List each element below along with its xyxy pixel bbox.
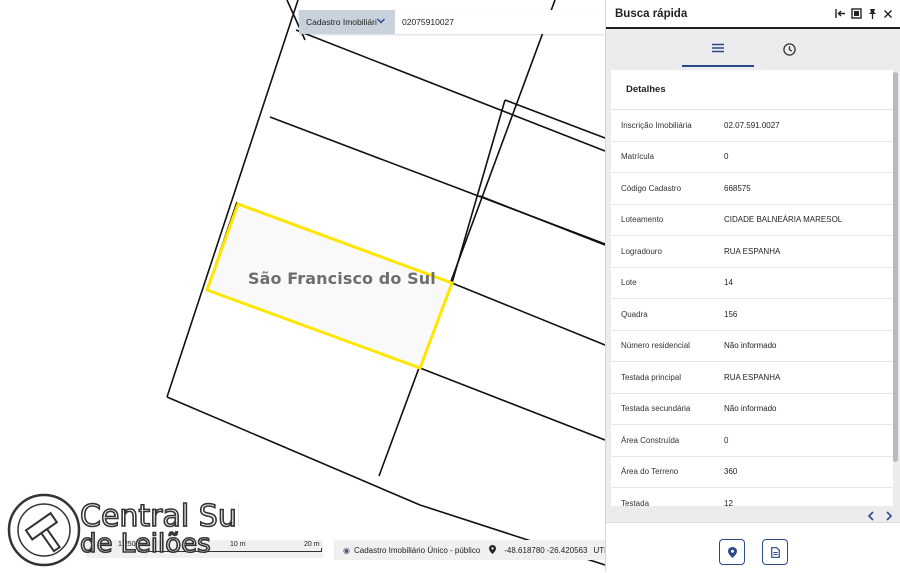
detail-row: Lote 14: [611, 268, 893, 299]
quick-search-panel: Busca rápida Detalhes Inscrição Imobiliá…: [605, 0, 900, 572]
detail-value: CIDADE BALNEÁRIA MARESOL: [724, 215, 843, 225]
detail-row: Testada principal RUA ESPANHA: [611, 362, 893, 394]
pin-icon[interactable]: [865, 7, 879, 21]
detail-row: Loteamento CIDADE BALNEÁRIA MARESOL: [611, 205, 893, 236]
details-scrollbar[interactable]: [893, 72, 898, 504]
panel-header: Busca rápida: [606, 0, 900, 29]
locate-on-map-button[interactable]: [719, 539, 745, 565]
detail-row: Área Construída 0: [611, 425, 893, 457]
detail-row: Quadra 156: [611, 299, 893, 331]
detail-key: Inscrição Imobiliária: [621, 120, 692, 130]
search-type-select[interactable]: Cadastro Imobiliári: [299, 10, 395, 34]
detail-row: Testada secundária Não informado: [611, 394, 893, 425]
detail-value: RUA ESPANHA: [724, 372, 781, 382]
detail-row: Inscrição Imobiliária 02.07.591.0027: [611, 110, 893, 142]
logo-line-2: de Leilões: [80, 529, 211, 559]
detail-row: Matrícula 0: [611, 142, 893, 173]
scrollbar-thumb[interactable]: [893, 72, 898, 462]
status-layer: Cadastro Imobiliário Único - público: [353, 545, 481, 555]
close-icon[interactable]: [881, 7, 895, 21]
detail-value: 12: [724, 498, 733, 506]
panel-title: Busca rápida: [615, 7, 688, 20]
chevron-down-icon: [376, 18, 386, 24]
search-input[interactable]: [395, 10, 605, 34]
pager: [865, 510, 895, 522]
clock-icon: [783, 42, 796, 56]
detail-value: 14: [724, 278, 733, 288]
detail-row: Área do Terreno 360: [611, 457, 893, 488]
prev-page-button[interactable]: [865, 510, 877, 522]
detail-value: 156: [724, 309, 738, 319]
map-pin-icon: [727, 546, 737, 558]
menu-lines-icon: [711, 43, 724, 53]
detail-key: Quadra: [621, 309, 648, 319]
detail-value: 02.07.591.0027: [724, 120, 780, 130]
scale-right-label: 20 m: [304, 541, 320, 548]
details-card: Detalhes Inscrição Imobiliária 02.07.591.…: [611, 70, 893, 506]
detail-key: Logradouro: [621, 246, 662, 256]
detail-key: Área Construída: [621, 435, 680, 445]
detail-value: 0: [724, 152, 729, 162]
detail-row: Código Cadastro 668575: [611, 173, 893, 205]
search-type-label: Cadastro Imobiliári: [306, 17, 377, 27]
details-list: Inscrição Imobiliária 02.07.591.0027 Matrí…: [611, 110, 893, 506]
map-view[interactable]: São Francisco do Sul: [0, 0, 605, 571]
detail-value: Não informado: [724, 341, 777, 351]
detail-row: Testada 12: [611, 488, 893, 506]
detail-key: Testada: [621, 498, 650, 506]
layer-icon: ◉: [343, 545, 350, 555]
panel-footer: [606, 522, 900, 572]
detail-key: Área do Terreno: [621, 467, 679, 477]
detail-value: 360: [724, 467, 738, 477]
status-coords: -48.618780 -26.420563: [504, 545, 588, 555]
status-bar: ◉ Cadastro Imobiliário Único - público -…: [334, 540, 605, 560]
detail-key: Código Cadastro: [621, 183, 682, 193]
detail-value: 0: [724, 435, 729, 445]
detail-key: Matrícula: [621, 152, 654, 162]
detail-value: 668575: [724, 183, 751, 193]
detail-value: Não informado: [724, 404, 777, 414]
collapse-left-icon[interactable]: [833, 7, 847, 21]
detail-row: Número residencial Não informado: [611, 331, 893, 362]
next-page-button[interactable]: [883, 510, 895, 522]
report-document-button[interactable]: [762, 539, 788, 565]
detail-value: RUA ESPANHA: [724, 246, 781, 256]
chevron-right-icon: [886, 511, 893, 521]
detail-key: Número residencial: [621, 341, 690, 351]
details-title: Detalhes: [611, 70, 893, 110]
watermark-logo: Central Sul de Leilões: [4, 490, 246, 569]
map-pin-icon: [489, 544, 497, 556]
dock-icon[interactable]: [849, 7, 863, 21]
tab-history[interactable]: [754, 31, 826, 67]
detail-key: Testada secundária: [621, 404, 691, 414]
detail-key: Lote: [621, 278, 637, 288]
document-icon: [770, 546, 780, 558]
map-place-label: São Francisco do Sul: [248, 269, 436, 288]
tab-details[interactable]: [681, 31, 754, 67]
detail-row: Logradouro RUA ESPANHA: [611, 236, 893, 268]
panel-tabs: [606, 29, 900, 69]
search-bar: Cadastro Imobiliári: [299, 10, 605, 34]
detail-key: Testada principal: [621, 372, 682, 382]
status-projection: UTM: [593, 545, 605, 555]
chevron-left-icon: [867, 511, 874, 521]
detail-key: Loteamento: [621, 215, 664, 225]
